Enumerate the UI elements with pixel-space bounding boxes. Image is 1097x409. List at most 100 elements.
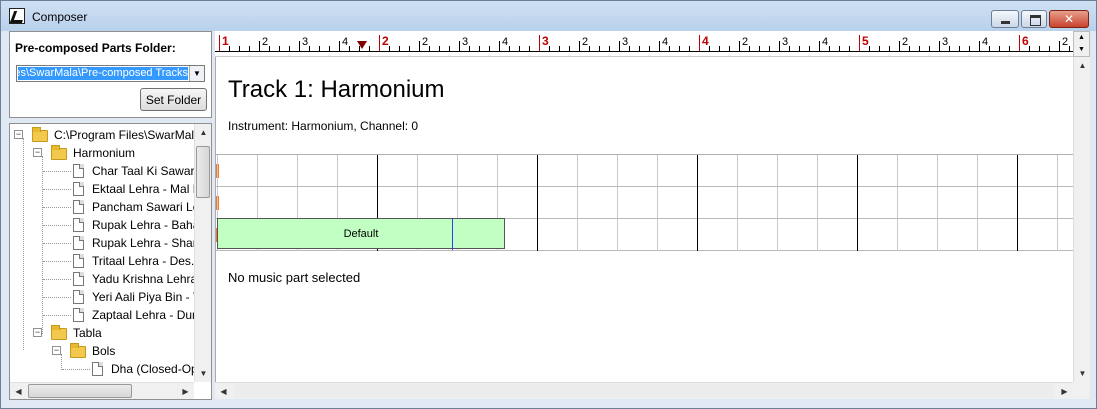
spin-up-icon[interactable]: ▲ bbox=[1074, 32, 1089, 44]
ruler-subtick bbox=[509, 46, 510, 51]
track-vertical-scrollbar[interactable]: ▲ ▼ bbox=[1073, 57, 1090, 382]
folder-path-combobox[interactable]: C:\Program Files\SwarMala\Pre-composed T… bbox=[16, 65, 205, 82]
set-folder-button[interactable]: Set Folder bbox=[140, 88, 207, 111]
file-icon bbox=[73, 290, 84, 304]
tree-item-label: Yeri Aali Piya Bin - Y bbox=[92, 290, 201, 304]
folder-path-value[interactable]: C:\Program Files\SwarMala\Pre-composed T… bbox=[18, 67, 188, 80]
ruler-subtick bbox=[309, 46, 310, 51]
ruler-subtick bbox=[709, 46, 710, 51]
ruler-subtick bbox=[469, 46, 470, 51]
grid-beat-line bbox=[657, 155, 658, 251]
music-part-default[interactable]: Default bbox=[217, 218, 505, 249]
ruler-label: 2 bbox=[742, 36, 749, 48]
ruler-tick bbox=[299, 41, 300, 51]
chevron-down-icon[interactable]: ▼ bbox=[189, 66, 204, 81]
tree-item-label: Rupak Lehra - Shan bbox=[92, 236, 200, 250]
ruler-subtick bbox=[889, 46, 890, 51]
ruler-label: 1 bbox=[222, 34, 229, 48]
folder-label: Pre-composed Parts Folder: bbox=[15, 41, 176, 55]
ruler-label: 2 bbox=[422, 36, 429, 48]
grid-beat-line bbox=[977, 155, 978, 251]
tree-item-label: Yadu Krishna Lehra bbox=[92, 272, 198, 286]
ruler-subtick bbox=[519, 46, 520, 51]
ruler-subtick bbox=[649, 46, 650, 51]
tree-horizontal-scrollbar[interactable]: ◀ ▶ bbox=[10, 382, 194, 399]
ruler-label: 3 bbox=[302, 36, 309, 48]
composer-window: Composer Pre-composed Parts Folder: C:\P… bbox=[0, 0, 1097, 409]
ruler-subtick bbox=[599, 46, 600, 51]
ruler-subtick bbox=[609, 46, 610, 51]
grid-beat-line bbox=[697, 155, 698, 251]
ruler-subtick bbox=[809, 46, 810, 51]
scroll-right-icon[interactable]: ▶ bbox=[177, 383, 194, 399]
scroll-left-icon[interactable]: ◀ bbox=[10, 383, 27, 399]
ruler-subtick bbox=[549, 46, 550, 51]
ruler-label: 3 bbox=[462, 36, 469, 48]
scroll-right-icon[interactable]: ▶ bbox=[1056, 383, 1073, 400]
ruler-spinner[interactable]: ▲ ▼ bbox=[1073, 31, 1090, 57]
close-button[interactable] bbox=[1049, 10, 1089, 28]
ruler-tick bbox=[459, 41, 460, 51]
app-icon[interactable] bbox=[9, 8, 25, 24]
scroll-thumb[interactable] bbox=[196, 146, 210, 198]
scroll-down-icon[interactable]: ▼ bbox=[1074, 365, 1091, 382]
tree-vertical-scrollbar[interactable]: ▲ ▼ bbox=[194, 124, 211, 382]
ruler-subtick bbox=[639, 46, 640, 51]
tree-guide bbox=[23, 138, 24, 350]
ruler-label: 3 bbox=[542, 34, 549, 48]
track-editor[interactable]: Track 1: Harmonium Instrument: Harmonium… bbox=[215, 57, 1073, 384]
scroll-up-icon[interactable]: ▲ bbox=[195, 124, 211, 141]
scroll-thumb[interactable] bbox=[234, 384, 1054, 398]
ruler-label: 2 bbox=[582, 36, 589, 48]
ruler-subtick bbox=[239, 46, 240, 51]
ruler-subtick bbox=[399, 46, 400, 51]
ruler-subtick bbox=[759, 46, 760, 51]
ruler-tick bbox=[819, 41, 820, 51]
ruler-subtick bbox=[679, 46, 680, 51]
grid-beat-line bbox=[617, 155, 618, 251]
ruler-subtick bbox=[249, 46, 250, 51]
ruler-label: 2 bbox=[902, 36, 909, 48]
ruler-subtick bbox=[989, 46, 990, 51]
tree-item-label: C:\Program Files\SwarMala bbox=[54, 128, 201, 142]
ruler-label: 3 bbox=[622, 36, 629, 48]
window-bottom-edge bbox=[1, 400, 1096, 408]
ruler-tick bbox=[539, 35, 540, 51]
grid-beat-line bbox=[577, 155, 578, 251]
ruler-tick bbox=[419, 41, 420, 51]
ruler-tick bbox=[739, 41, 740, 51]
ruler-subtick bbox=[959, 46, 960, 51]
ruler-subtick bbox=[629, 46, 630, 51]
spin-down-icon[interactable]: ▼ bbox=[1074, 44, 1089, 56]
file-icon bbox=[73, 236, 84, 250]
folder-panel: Pre-composed Parts Folder: C:\Program Fi… bbox=[9, 31, 212, 118]
collapse-icon[interactable]: − bbox=[33, 328, 42, 337]
scroll-left-icon[interactable]: ◀ bbox=[215, 383, 232, 400]
ruler-tick bbox=[859, 35, 860, 51]
ruler-subtick bbox=[749, 46, 750, 51]
timeline-ruler[interactable]: 1 2 3 4 2 2 3 4 3 2 3 4 4 2 3 4 5 2 3 4 6 2 bbox=[215, 31, 1090, 57]
grid-beat-line bbox=[1017, 155, 1018, 251]
ruler-subtick bbox=[1069, 46, 1070, 51]
title-bar[interactable]: Composer bbox=[1, 1, 1096, 31]
ruler-subtick bbox=[729, 46, 730, 51]
collapse-icon[interactable]: − bbox=[14, 130, 23, 139]
track-title: Track 1: Harmonium bbox=[228, 76, 445, 103]
maximize-button[interactable] bbox=[1021, 10, 1047, 28]
track-horizontal-scrollbar[interactable]: ◀ ▶ bbox=[215, 382, 1073, 399]
parts-tree[interactable]: − C:\Program Files\SwarMala − Harmonium … bbox=[9, 123, 212, 400]
minimize-button[interactable] bbox=[991, 10, 1019, 28]
ruler-subtick bbox=[319, 46, 320, 51]
scroll-down-icon[interactable]: ▼ bbox=[195, 365, 211, 382]
collapse-icon[interactable]: − bbox=[52, 346, 61, 355]
scroll-thumb[interactable] bbox=[28, 384, 132, 398]
folder-icon bbox=[32, 127, 48, 142]
ruler-subtick bbox=[569, 46, 570, 51]
collapse-icon[interactable]: − bbox=[33, 148, 42, 157]
ruler-tick bbox=[1059, 41, 1060, 51]
tree-item-label: Tabla bbox=[73, 326, 102, 340]
scroll-up-icon[interactable]: ▲ bbox=[1074, 57, 1091, 74]
ruler-tick bbox=[979, 41, 980, 51]
file-icon bbox=[73, 164, 84, 178]
edit-cursor bbox=[452, 218, 453, 250]
